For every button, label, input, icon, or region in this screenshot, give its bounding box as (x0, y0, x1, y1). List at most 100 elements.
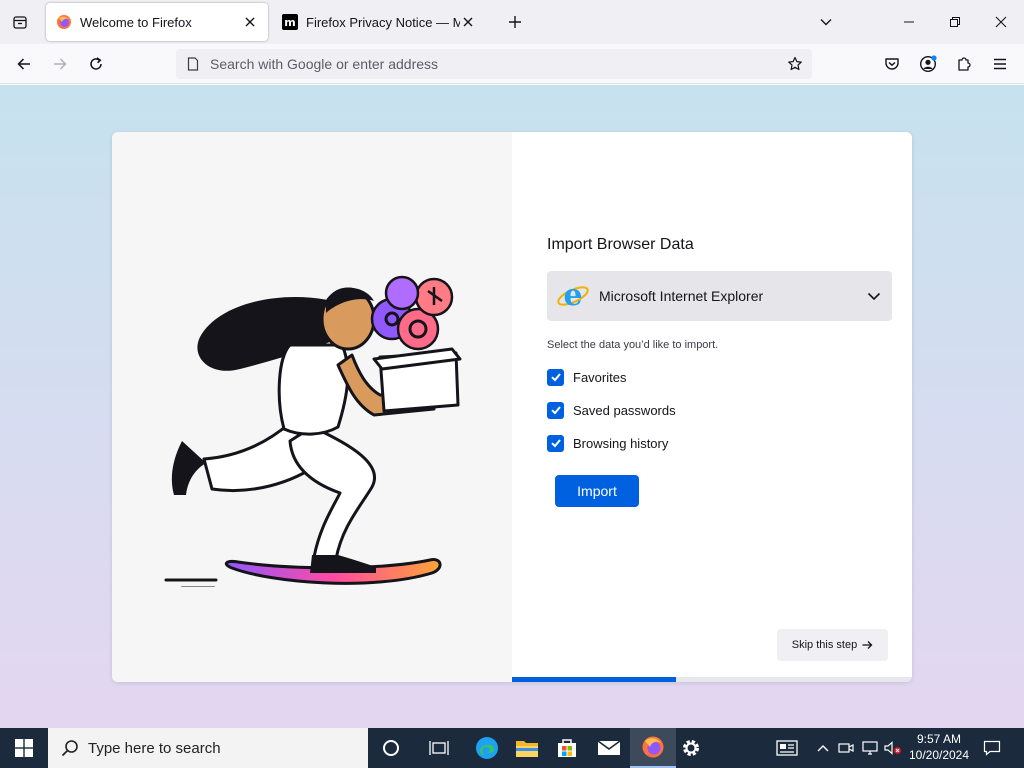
mail-button[interactable] (586, 728, 632, 768)
chevron-down-icon (864, 286, 884, 306)
internet-explorer-icon: e (555, 278, 591, 314)
app-menu-button[interactable] (986, 50, 1014, 78)
favorites-label: Favorites (573, 369, 627, 385)
minimize-icon (904, 21, 914, 23)
address-input[interactable] (210, 56, 770, 72)
import-data-card: Import Browser Data e Microsoft Internet… (112, 132, 912, 682)
skip-this-step-button[interactable]: Skip this step (777, 629, 888, 661)
checkmark-icon (550, 373, 561, 382)
saved-passwords-label: Saved passwords (573, 402, 676, 418)
illustration-panel (112, 132, 512, 682)
start-button[interactable] (0, 728, 48, 768)
progress-fill (512, 677, 676, 682)
cortana-icon (383, 740, 399, 756)
restore-button[interactable] (932, 0, 978, 44)
minimize-button[interactable] (886, 0, 932, 44)
svg-text:e: e (563, 279, 582, 313)
close-tab-icon[interactable] (460, 14, 476, 30)
tab-firefox-privacy-notice[interactable]: m Firefox Privacy Notice — Mozilla (272, 3, 486, 41)
browser-select-dropdown[interactable]: e Microsoft Internet Explorer (547, 271, 892, 321)
task-view-icon (429, 741, 449, 755)
hamburger-menu-icon (994, 58, 1006, 70)
tab-strip: Welcome to Firefox m Firefox Privacy Not… (0, 0, 1024, 44)
saved-passwords-option[interactable]: Saved passwords (547, 400, 676, 420)
notifications-button[interactable] (978, 728, 1006, 768)
browsing-history-option[interactable]: Browsing history (547, 433, 668, 453)
saved-passwords-checkbox[interactable] (547, 401, 564, 419)
network-button[interactable] (860, 728, 880, 768)
edge-icon (476, 737, 498, 759)
close-icon (995, 16, 1007, 28)
news-widget-button[interactable] (772, 728, 802, 768)
volume-muted-icon (884, 741, 901, 755)
reload-icon (90, 57, 102, 70)
search-icon (60, 738, 80, 758)
firefox-icon (56, 14, 72, 30)
page-content: Import Browser Data e Microsoft Internet… (0, 85, 1024, 728)
plus-icon (509, 16, 521, 28)
taskbar-search-placeholder: Type here to search (88, 739, 221, 757)
pocket-button[interactable] (878, 50, 906, 78)
import-panel: Import Browser Data e Microsoft Internet… (512, 132, 912, 682)
tab-title: Welcome to Firefox (80, 14, 192, 30)
clock-date: 10/20/2024 (908, 748, 970, 762)
skateboarder-illustration (164, 275, 462, 587)
onboarding-progress-bar (512, 677, 912, 682)
windows-taskbar: Type here to search 9:57 AM 10/20/2024 (0, 728, 1024, 768)
import-button[interactable]: Import (555, 475, 639, 507)
settings-gear-icon (683, 740, 699, 756)
tab-welcome-to-firefox[interactable]: Welcome to Firefox (46, 3, 268, 41)
account-icon (919, 55, 937, 73)
extensions-button[interactable] (950, 50, 978, 78)
system-clock[interactable]: 9:57 AM 10/20/2024 (904, 731, 974, 763)
import-title: Import Browser Data (547, 236, 694, 253)
pocket-icon (885, 58, 899, 70)
notifications-icon (983, 740, 1001, 756)
mozilla-m-icon: m (282, 14, 298, 30)
back-button[interactable] (10, 50, 38, 78)
skip-label: Skip this step (791, 639, 858, 651)
news-icon (776, 740, 798, 756)
task-view-button[interactable] (416, 728, 462, 768)
tab-list-icon (13, 16, 27, 29)
taskbar-search-box[interactable]: Type here to search (48, 728, 368, 768)
checkmark-icon (550, 406, 561, 415)
browsing-history-checkbox[interactable] (547, 434, 564, 452)
chevron-down-icon (820, 19, 832, 26)
reload-button[interactable] (82, 50, 110, 78)
close-tab-icon[interactable] (242, 14, 258, 30)
favorites-checkbox[interactable] (547, 368, 564, 386)
page-icon (185, 56, 201, 72)
arrow-left-icon (17, 58, 30, 70)
volume-button[interactable] (882, 728, 904, 768)
clock-time: 9:57 AM (916, 732, 962, 746)
tab-title: Firefox Privacy Notice — Mozilla (306, 14, 460, 30)
show-hidden-icons-button[interactable] (812, 728, 834, 768)
arrow-right-icon (862, 640, 873, 650)
tab-overflow-button[interactable] (812, 8, 840, 36)
import-instructions: Select the data you’d like to import. (547, 339, 719, 351)
puzzle-icon (958, 57, 971, 71)
favorites-option[interactable]: Favorites (547, 367, 626, 387)
forward-button[interactable] (46, 50, 74, 78)
account-button[interactable] (914, 50, 942, 78)
chevron-up-icon (817, 745, 829, 752)
cortana-button[interactable] (368, 728, 414, 768)
mail-icon (597, 740, 621, 755)
microsoft-store-icon (558, 739, 576, 757)
new-tab-button[interactable] (502, 8, 528, 36)
close-window-button[interactable] (978, 0, 1024, 44)
list-all-tabs-button[interactable] (6, 8, 34, 36)
meet-now-button[interactable] (836, 728, 856, 768)
settings-button[interactable] (668, 728, 714, 768)
firefox-icon (642, 736, 664, 758)
file-explorer-icon (516, 741, 538, 757)
network-icon (862, 741, 878, 755)
windows-logo-icon (15, 739, 33, 757)
bookmark-star-icon[interactable] (784, 53, 806, 75)
restore-icon (950, 17, 960, 27)
microsoft-store-button[interactable] (544, 728, 590, 768)
video-camera-icon (838, 743, 854, 753)
address-bar[interactable] (176, 49, 812, 79)
navigation-toolbar (0, 44, 1024, 84)
